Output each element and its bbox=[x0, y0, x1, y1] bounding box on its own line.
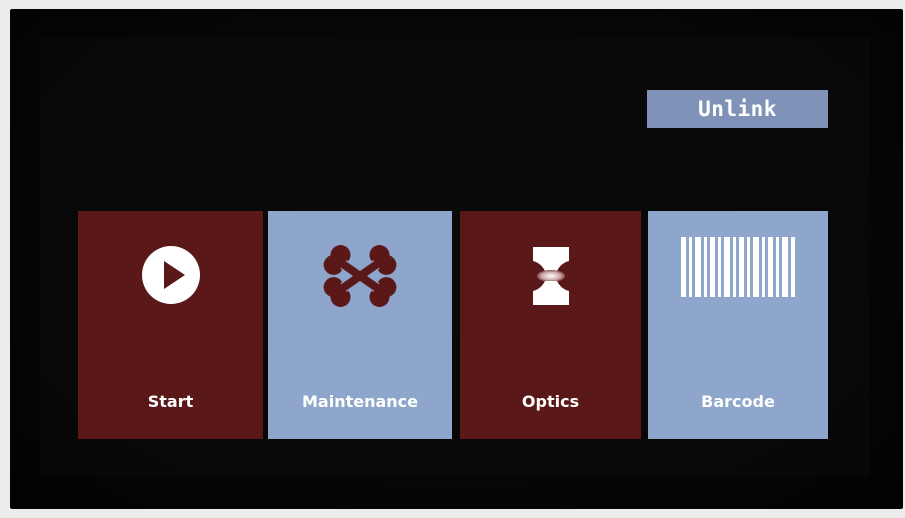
play-icon bbox=[139, 243, 203, 312]
barcode-icon bbox=[679, 237, 797, 302]
barcode-label: Barcode bbox=[701, 392, 775, 411]
optics-tile[interactable]: Optics bbox=[460, 211, 641, 439]
wrench-icon bbox=[318, 243, 402, 314]
barcode-tile[interactable]: Barcode bbox=[648, 211, 828, 439]
optics-icon bbox=[527, 243, 575, 314]
device-screen: Unlink Start Maintenance Optics Barcode bbox=[10, 9, 903, 509]
unlink-button[interactable]: Unlink bbox=[647, 90, 828, 128]
start-label: Start bbox=[147, 392, 194, 411]
maintenance-label: Maintenance bbox=[301, 392, 418, 411]
maintenance-tile[interactable]: Maintenance bbox=[268, 211, 452, 439]
optics-label: Optics bbox=[521, 392, 580, 411]
start-tile[interactable]: Start bbox=[78, 211, 263, 439]
photo-frame: Unlink Start Maintenance Optics Barcode bbox=[0, 0, 905, 518]
